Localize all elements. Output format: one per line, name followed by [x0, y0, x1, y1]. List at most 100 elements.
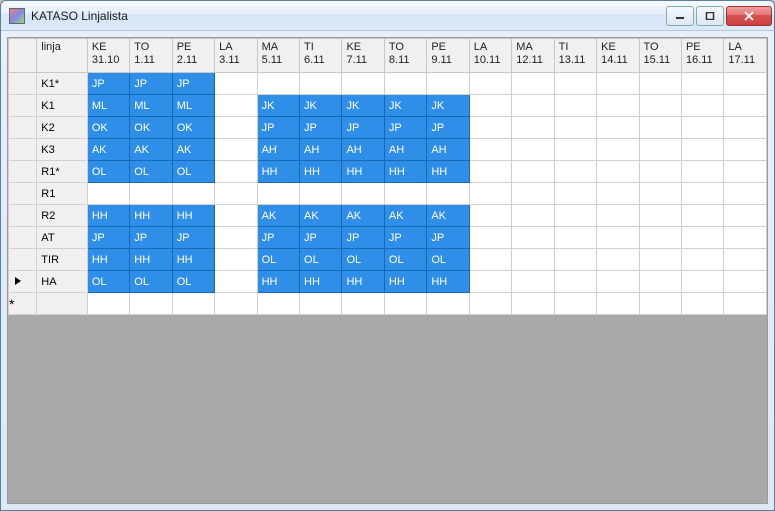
- column-header[interactable]: KE7.11: [342, 39, 384, 73]
- grid-cell[interactable]: [257, 183, 299, 205]
- grid-cell[interactable]: AK: [257, 205, 299, 227]
- grid-cell[interactable]: JP: [130, 227, 172, 249]
- grid-cell[interactable]: [681, 249, 723, 271]
- grid-cell[interactable]: [597, 293, 639, 315]
- grid-cell[interactable]: [724, 205, 767, 227]
- grid-cell[interactable]: [87, 183, 129, 205]
- grid-cell[interactable]: HH: [300, 271, 342, 293]
- grid-cell[interactable]: JP: [300, 117, 342, 139]
- grid-cell[interactable]: [554, 271, 596, 293]
- grid-cell[interactable]: [469, 205, 511, 227]
- grid-cell[interactable]: [342, 293, 384, 315]
- grid-cell[interactable]: [469, 161, 511, 183]
- grid-cell[interactable]: [597, 161, 639, 183]
- grid-cell[interactable]: [681, 271, 723, 293]
- column-header[interactable]: LA3.11: [215, 39, 257, 73]
- grid-cell[interactable]: HH: [342, 161, 384, 183]
- grid-cell[interactable]: HH: [342, 271, 384, 293]
- column-header[interactable]: TI6.11: [300, 39, 342, 73]
- row-header[interactable]: [9, 249, 37, 271]
- grid-cell[interactable]: AH: [427, 139, 469, 161]
- grid-cell[interactable]: [639, 227, 681, 249]
- grid-cell[interactable]: OL: [257, 249, 299, 271]
- grid-cell[interactable]: [554, 139, 596, 161]
- grid-cell[interactable]: [130, 183, 172, 205]
- grid-cell[interactable]: OL: [130, 271, 172, 293]
- grid-cell[interactable]: [512, 249, 554, 271]
- grid-cell[interactable]: [215, 183, 257, 205]
- grid-cell[interactable]: [724, 227, 767, 249]
- grid-cell[interactable]: [597, 205, 639, 227]
- grid-cell[interactable]: [469, 249, 511, 271]
- grid-cell[interactable]: [300, 73, 342, 95]
- grid-cell[interactable]: [512, 271, 554, 293]
- grid-cell[interactable]: [512, 205, 554, 227]
- grid-cell[interactable]: JP: [342, 227, 384, 249]
- grid-cell[interactable]: [554, 293, 596, 315]
- grid-cell[interactable]: [724, 139, 767, 161]
- grid-cell[interactable]: OK: [172, 117, 214, 139]
- grid-cell[interactable]: HH: [384, 271, 426, 293]
- grid-cell[interactable]: [469, 293, 511, 315]
- grid-cell[interactable]: [469, 95, 511, 117]
- grid-cell[interactable]: [681, 161, 723, 183]
- grid-cell[interactable]: AK: [130, 139, 172, 161]
- column-header[interactable]: TO1.11: [130, 39, 172, 73]
- grid-cell[interactable]: [681, 293, 723, 315]
- grid-cell[interactable]: [215, 95, 257, 117]
- grid-cell[interactable]: [512, 293, 554, 315]
- grid-cell[interactable]: [554, 73, 596, 95]
- linja-cell[interactable]: R1: [37, 183, 88, 205]
- grid-cell[interactable]: HH: [172, 205, 214, 227]
- grid-cell[interactable]: [639, 293, 681, 315]
- grid-cell[interactable]: [130, 293, 172, 315]
- linja-header[interactable]: linja: [37, 39, 88, 73]
- grid-cell[interactable]: [215, 227, 257, 249]
- corner-header[interactable]: [9, 39, 37, 73]
- grid-cell[interactable]: [681, 205, 723, 227]
- grid-cell[interactable]: [215, 117, 257, 139]
- grid-cell[interactable]: [724, 117, 767, 139]
- grid-cell[interactable]: JP: [300, 227, 342, 249]
- grid-cell[interactable]: [639, 161, 681, 183]
- grid-cell[interactable]: [597, 183, 639, 205]
- grid-cell[interactable]: [724, 73, 767, 95]
- grid-cell[interactable]: [384, 73, 426, 95]
- column-header[interactable]: TO15.11: [639, 39, 681, 73]
- grid-cell[interactable]: [681, 117, 723, 139]
- grid-cell[interactable]: JK: [257, 95, 299, 117]
- grid-cell[interactable]: [724, 183, 767, 205]
- grid-cell[interactable]: [427, 293, 469, 315]
- grid-cell[interactable]: AK: [172, 139, 214, 161]
- grid-cell[interactable]: AH: [257, 139, 299, 161]
- column-header[interactable]: TI13.11: [554, 39, 596, 73]
- grid-cell[interactable]: [215, 205, 257, 227]
- grid-cell[interactable]: OK: [130, 117, 172, 139]
- linja-cell[interactable]: K1*: [37, 73, 88, 95]
- grid-cell[interactable]: OL: [172, 161, 214, 183]
- grid-cell[interactable]: [597, 73, 639, 95]
- linja-cell[interactable]: R1*: [37, 161, 88, 183]
- linja-cell[interactable]: AT: [37, 227, 88, 249]
- grid-cell[interactable]: [724, 95, 767, 117]
- grid-cell[interactable]: JP: [172, 73, 214, 95]
- row-header[interactable]: [9, 117, 37, 139]
- grid-cell[interactable]: JP: [427, 117, 469, 139]
- grid-cell[interactable]: OL: [384, 249, 426, 271]
- grid-cell[interactable]: [639, 249, 681, 271]
- linja-cell[interactable]: K3: [37, 139, 88, 161]
- grid-cell[interactable]: HH: [427, 271, 469, 293]
- grid-cell[interactable]: [215, 161, 257, 183]
- grid-cell[interactable]: ML: [172, 95, 214, 117]
- titlebar[interactable]: KATASO Linjalista: [1, 1, 774, 31]
- grid-cell[interactable]: JP: [384, 227, 426, 249]
- grid-cell[interactable]: JK: [342, 95, 384, 117]
- grid-cell[interactable]: JP: [257, 117, 299, 139]
- grid-cell[interactable]: [554, 95, 596, 117]
- data-grid[interactable]: linja KE31.10TO1.11PE2.11LA3.11MA5.11TI6…: [8, 38, 767, 315]
- grid-cell[interactable]: [681, 183, 723, 205]
- row-header[interactable]: *: [9, 293, 37, 315]
- grid-cell[interactable]: OK: [87, 117, 129, 139]
- grid-cell[interactable]: [597, 271, 639, 293]
- row-header[interactable]: [9, 271, 37, 293]
